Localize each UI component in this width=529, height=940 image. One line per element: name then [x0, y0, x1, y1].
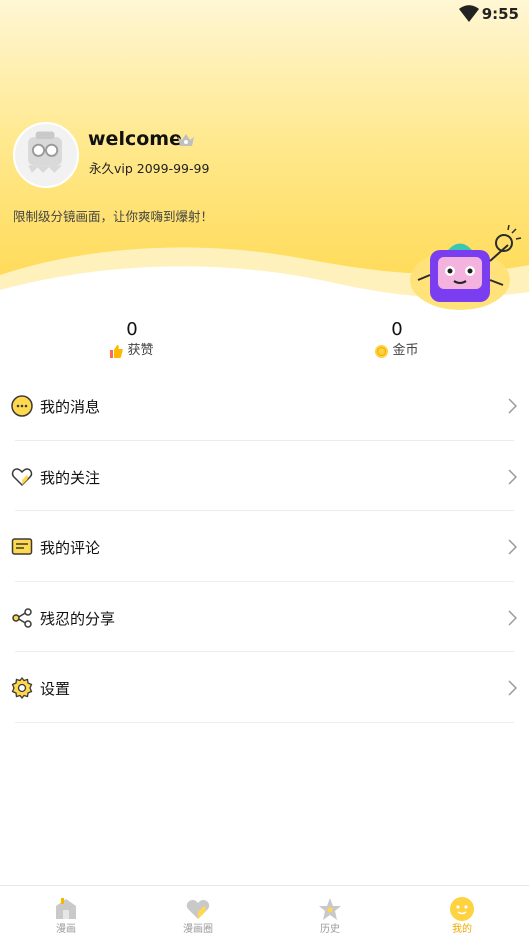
stats-row: 0 获赞 0 金币: [0, 318, 529, 366]
bottom-tab-bar: 漫画 漫画圈 历史 我的: [0, 885, 529, 940]
share-icon: [12, 607, 32, 628]
vip-expiry: 永久vip 2099-99-99: [89, 161, 210, 176]
coins-count: 0: [391, 319, 403, 340]
star-icon: [319, 898, 341, 920]
username: welcome: [88, 128, 182, 150]
menu-item-comments[interactable]: 我的评论: [0, 511, 529, 582]
chevron-right-icon: [508, 609, 517, 626]
menu-item-settings[interactable]: 设置: [0, 652, 529, 723]
chevron-right-icon: [508, 539, 517, 555]
status-time: 9:55: [481, 5, 519, 23]
menu-item-messages[interactable]: 我的消息: [0, 370, 529, 441]
comment-icon: [11, 538, 33, 555]
profile-header: 9:55 welcome 永久vip 2099-99-99 限制级分镜画面，让你…: [0, 0, 529, 310]
coins-stat[interactable]: 0 金币: [337, 318, 457, 362]
coins-label-row: 金币: [375, 342, 419, 360]
heart-tab-icon: [186, 900, 210, 919]
menu-label: 我的消息: [40, 398, 101, 416]
menu-label: 我的评论: [40, 539, 101, 557]
mascot-illustration: [410, 225, 522, 310]
face-icon: [450, 897, 474, 921]
likes-count: 0: [126, 319, 138, 340]
message-icon: [11, 395, 33, 417]
menu-label: 我的关注: [40, 468, 101, 487]
profile-tagline: 限制级分镜画面，让你爽嗨到爆射！: [13, 209, 214, 224]
likes-label: 获赞: [127, 343, 154, 358]
menu-list: 我的消息 我的关注 我的评论 残忍的分享 设置: [0, 370, 529, 723]
thumbs-up-icon: [110, 344, 124, 358]
tab-label: 历史: [320, 924, 340, 935]
divider: [15, 721, 514, 723]
coins-label: 金币: [392, 343, 419, 358]
tab-history[interactable]: 历史: [264, 886, 396, 940]
likes-stat[interactable]: 0 获赞: [72, 318, 192, 362]
gear-icon: [11, 677, 33, 699]
tab-comic-circle[interactable]: 漫画圈: [132, 886, 264, 940]
menu-item-following[interactable]: 我的关注: [0, 441, 529, 511]
heart-icon: [11, 467, 33, 486]
avatar[interactable]: [13, 122, 79, 188]
avatar-icon: [28, 131, 62, 173]
wifi-icon: [459, 5, 479, 22]
tab-label: 漫画: [56, 924, 76, 935]
tab-label: 我的: [452, 924, 472, 935]
likes-label-row: 获赞: [110, 342, 154, 360]
coin-icon: [375, 344, 389, 358]
tab-mine[interactable]: 我的: [396, 886, 528, 940]
tab-label: 漫画圈: [183, 924, 213, 935]
chevron-right-icon: [508, 398, 517, 414]
status-bar: 9:55: [0, 0, 529, 30]
home-icon: [56, 898, 76, 919]
chevron-right-icon: [508, 680, 517, 696]
vip-badge-icon: [178, 134, 194, 146]
tab-comics[interactable]: 漫画: [0, 886, 132, 940]
menu-label: 残忍的分享: [40, 609, 116, 628]
menu-label: 设置: [40, 680, 71, 698]
chevron-right-icon: [508, 468, 517, 485]
menu-item-share[interactable]: 残忍的分享: [0, 582, 529, 652]
